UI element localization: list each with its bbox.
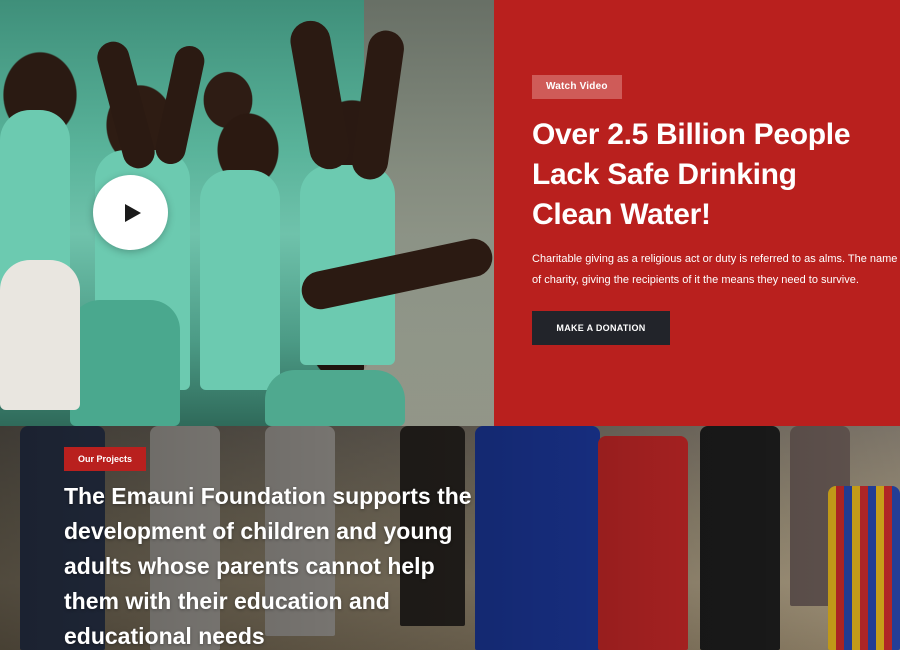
hero-title-line: Clean Water! bbox=[532, 198, 711, 231]
projects-title-line: development of children and young bbox=[64, 518, 453, 544]
photo-arm bbox=[93, 38, 159, 172]
hero-photo bbox=[0, 0, 494, 426]
photo-figure bbox=[265, 370, 405, 426]
projects-section: Our Projects The Emauni Foundation suppo… bbox=[0, 426, 900, 650]
hero-description-line: of charity, giving the recipients of it … bbox=[532, 274, 859, 286]
make-donation-button[interactable]: MAKE A DONATION bbox=[532, 311, 670, 345]
photo-figure bbox=[200, 170, 280, 390]
photo-figure bbox=[70, 300, 180, 426]
projects-title-line: The Emauni Foundation supports the bbox=[64, 483, 472, 509]
play-video-button[interactable] bbox=[93, 175, 168, 250]
hero-title-line: Lack Safe Drinking bbox=[532, 158, 797, 191]
photo-arm bbox=[287, 17, 353, 173]
hero-panel: Watch Video Over 2.5 Billion People Lack… bbox=[494, 0, 900, 426]
hero-description-line: Charitable giving as a religious act or … bbox=[532, 253, 900, 265]
hero-title: Over 2.5 Billion People Lack Safe Drinki… bbox=[532, 115, 892, 235]
play-icon bbox=[124, 203, 141, 222]
projects-title-line: adults whose parents cannot help bbox=[64, 553, 435, 579]
our-projects-badge[interactable]: Our Projects bbox=[64, 447, 147, 471]
hero-description: Charitable giving as a religious act or … bbox=[532, 249, 900, 291]
hero-title-line: Over 2.5 Billion People bbox=[532, 118, 851, 151]
photo-arm bbox=[152, 43, 208, 167]
photo-figure bbox=[0, 260, 80, 410]
projects-title-line: them with their education and bbox=[64, 588, 390, 614]
watch-video-badge[interactable]: Watch Video bbox=[532, 75, 622, 99]
projects-title-line: educational needs bbox=[64, 623, 265, 649]
projects-title: The Emauni Foundation supports the devel… bbox=[64, 479, 504, 650]
